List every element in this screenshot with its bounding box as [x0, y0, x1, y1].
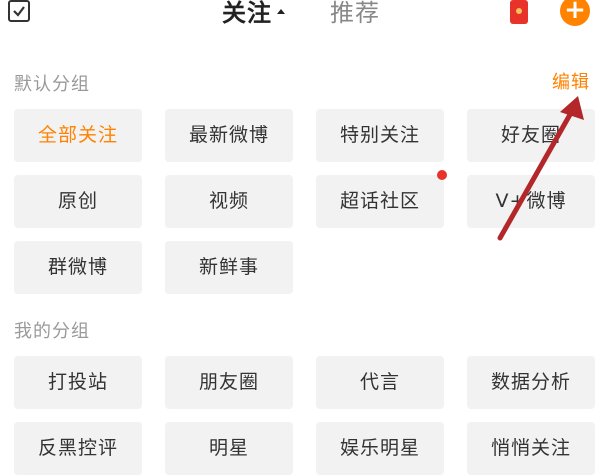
chip-group-weibo[interactable]: 群微博 [14, 241, 142, 294]
chip-all-follow[interactable]: 全部关注 [14, 109, 142, 162]
chip-super-topic[interactable]: 超话社区 [316, 175, 444, 228]
chip-original[interactable]: 原创 [14, 175, 142, 228]
tab-follow[interactable]: 关注 [222, 0, 285, 30]
chip-anti-black[interactable]: 反黑控评 [14, 422, 142, 475]
chip-secret-follow[interactable]: 悄悄关注 [467, 422, 595, 475]
checkmark-icon [13, 6, 25, 17]
chip-vplus-weibo[interactable]: V+微博 [467, 175, 595, 228]
new-badge-dot [437, 170, 447, 180]
default-group-title: 默认分组 [14, 74, 90, 95]
tab-follow-label: 关注 [222, 0, 272, 27]
chip-special-follow[interactable]: 特别关注 [316, 109, 444, 162]
tab-recommend[interactable]: 推荐 [330, 0, 380, 30]
chip-friends[interactable]: 朋友圈 [165, 356, 293, 409]
chip-data-analysis[interactable]: 数据分析 [467, 356, 595, 409]
checkin-icon[interactable] [8, 0, 30, 22]
my-group-title: 我的分组 [14, 321, 90, 342]
chip-endorsement[interactable]: 代言 [316, 356, 444, 409]
add-button[interactable]: + [560, 0, 590, 26]
chip-whats-new[interactable]: 新鲜事 [165, 241, 293, 294]
chip-entertainment-star[interactable]: 娱乐明星 [316, 422, 444, 475]
chip-friend-circle[interactable]: 好友圈 [467, 109, 595, 162]
chip-video[interactable]: 视频 [165, 175, 293, 228]
tab-recommend-label: 推荐 [330, 0, 380, 27]
chip-latest-weibo[interactable]: 最新微博 [165, 109, 293, 162]
chip-celebrity[interactable]: 明星 [165, 422, 293, 475]
red-packet-icon[interactable] [510, 0, 528, 24]
caret-up-icon [277, 9, 285, 14]
chip-vote-station[interactable]: 打投站 [14, 356, 142, 409]
edit-button[interactable]: 编辑 [552, 68, 590, 94]
top-bar: 关注 推荐 + [0, 0, 600, 42]
